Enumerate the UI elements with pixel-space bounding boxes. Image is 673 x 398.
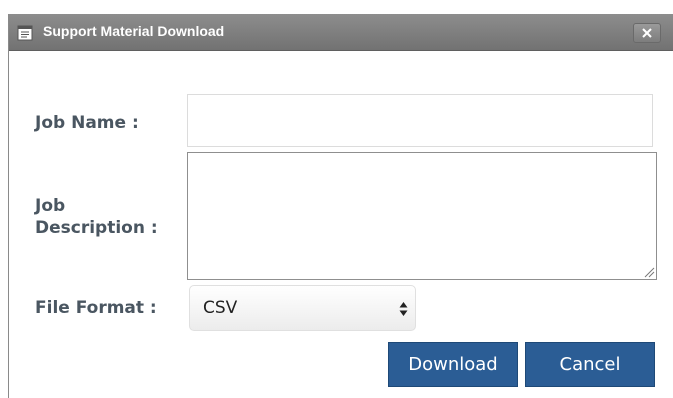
cancel-button[interactable]: Cancel	[525, 342, 655, 387]
job-name-input[interactable]	[187, 94, 653, 147]
close-button[interactable]	[633, 23, 661, 43]
dialog-title: Support Material Download	[43, 23, 225, 39]
job-description-label-line2: Description :	[35, 218, 158, 238]
download-button[interactable]: Download	[388, 342, 518, 387]
up-down-arrows-icon	[399, 302, 408, 316]
close-icon	[642, 28, 652, 38]
document-icon	[17, 25, 33, 41]
file-format-selected-value: CSV	[203, 298, 238, 318]
file-format-select[interactable]: CSV	[189, 285, 416, 331]
resize-grip-icon[interactable]	[643, 266, 655, 278]
support-material-dialog: Support Material Download Job Name : Job…	[8, 14, 673, 398]
job-name-label: Job Name :	[35, 113, 139, 133]
job-description-textarea[interactable]	[187, 152, 657, 280]
file-format-label: File Format :	[35, 298, 157, 318]
dialog-titlebar[interactable]: Support Material Download	[9, 14, 673, 51]
job-description-label-line1: Job	[35, 196, 66, 216]
